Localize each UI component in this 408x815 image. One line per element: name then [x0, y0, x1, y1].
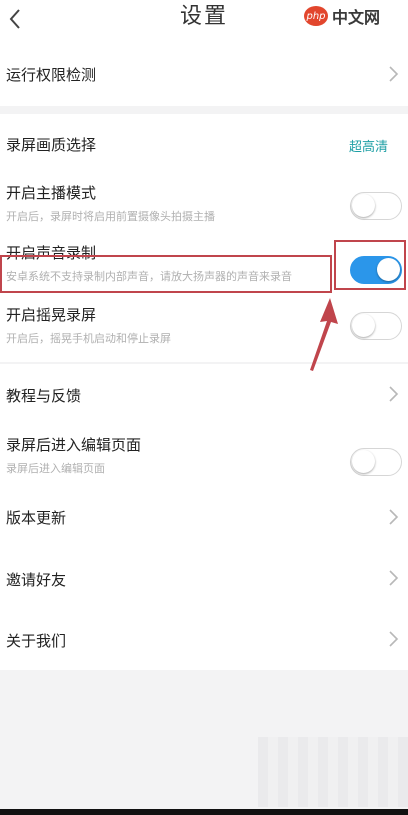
setting-title-update: 版本更新 [6, 509, 67, 527]
setting-row-quality[interactable]: 录屏画质选择 超高清 [0, 114, 408, 168]
setting-title-about: 关于我们 [6, 632, 67, 650]
bottom-empty-area [0, 670, 408, 815]
setting-title-anchor-mode: 开启主播模式 [6, 184, 97, 202]
chevron-right-icon [389, 66, 399, 82]
anchor-mode-toggle[interactable] [350, 192, 402, 220]
bottom-bar [0, 809, 408, 815]
toggle-knob [352, 450, 375, 473]
settings-group-permission: 运行权限检测 [0, 42, 408, 106]
setting-title-shake-record: 开启摇晃录屏 [6, 306, 97, 324]
setting-row-update[interactable]: 版本更新 [0, 486, 408, 548]
edit-after-toggle[interactable] [350, 448, 402, 476]
watermark-text: 中文网 [332, 8, 381, 27]
setting-row-about[interactable]: 关于我们 [0, 608, 408, 670]
setting-title-quality: 录屏画质选择 [6, 136, 97, 154]
setting-subtitle-shake-record: 开启后，摇晃手机启动和停止录屏 [6, 332, 171, 345]
setting-row-permission-check[interactable]: 运行权限检测 [0, 42, 408, 106]
chevron-right-icon [389, 386, 399, 402]
setting-subtitle-anchor-mode: 开启后，录屏时将启用前置摄像头拍摄主播 [6, 210, 215, 223]
toggle-knob [352, 194, 375, 217]
setting-title-permission-check: 运行权限检测 [6, 66, 97, 84]
settings-group-recording: 录屏画质选择 超高清 开启主播模式 开启后，录屏时将启用前置摄像头拍摄主播 开启… [0, 106, 408, 362]
blurred-watermark-patch [258, 737, 408, 807]
setting-title-tutorial: 教程与反馈 [6, 387, 82, 405]
setting-row-shake-record: 开启摇晃录屏 开启后，摇晃手机启动和停止录屏 [0, 296, 408, 362]
php-logo-icon: php [304, 6, 328, 26]
chevron-right-icon [389, 509, 399, 525]
annotation-arrow-icon [310, 298, 338, 371]
top-bar: 设置 php 中文网 [0, 0, 408, 42]
site-watermark: php 中文网 [304, 4, 402, 28]
setting-title-invite: 邀请好友 [6, 571, 67, 589]
toggle-knob [352, 314, 375, 337]
chevron-right-icon [389, 631, 399, 647]
setting-row-invite[interactable]: 邀请好友 [0, 548, 408, 608]
setting-row-tutorial[interactable]: 教程与反馈 [0, 364, 408, 424]
annotation-box-subtitle [0, 255, 332, 293]
settings-group-more: 教程与反馈 录屏后进入编辑页面 录屏后进入编辑页面 版本更新 邀请好友 关于我们 [0, 364, 408, 670]
setting-subtitle-edit-after: 录屏后进入编辑页面 [6, 462, 105, 475]
setting-title-edit-after: 录屏后进入编辑页面 [6, 436, 142, 454]
annotation-box-toggle [334, 240, 406, 290]
setting-row-edit-after: 录屏后进入编辑页面 录屏后进入编辑页面 [0, 424, 408, 486]
quality-value[interactable]: 超高清 [349, 136, 388, 155]
shake-record-toggle[interactable] [350, 312, 402, 340]
chevron-right-icon [389, 570, 399, 586]
setting-row-anchor-mode: 开启主播模式 开启后，录屏时将启用前置摄像头拍摄主播 [0, 168, 408, 232]
